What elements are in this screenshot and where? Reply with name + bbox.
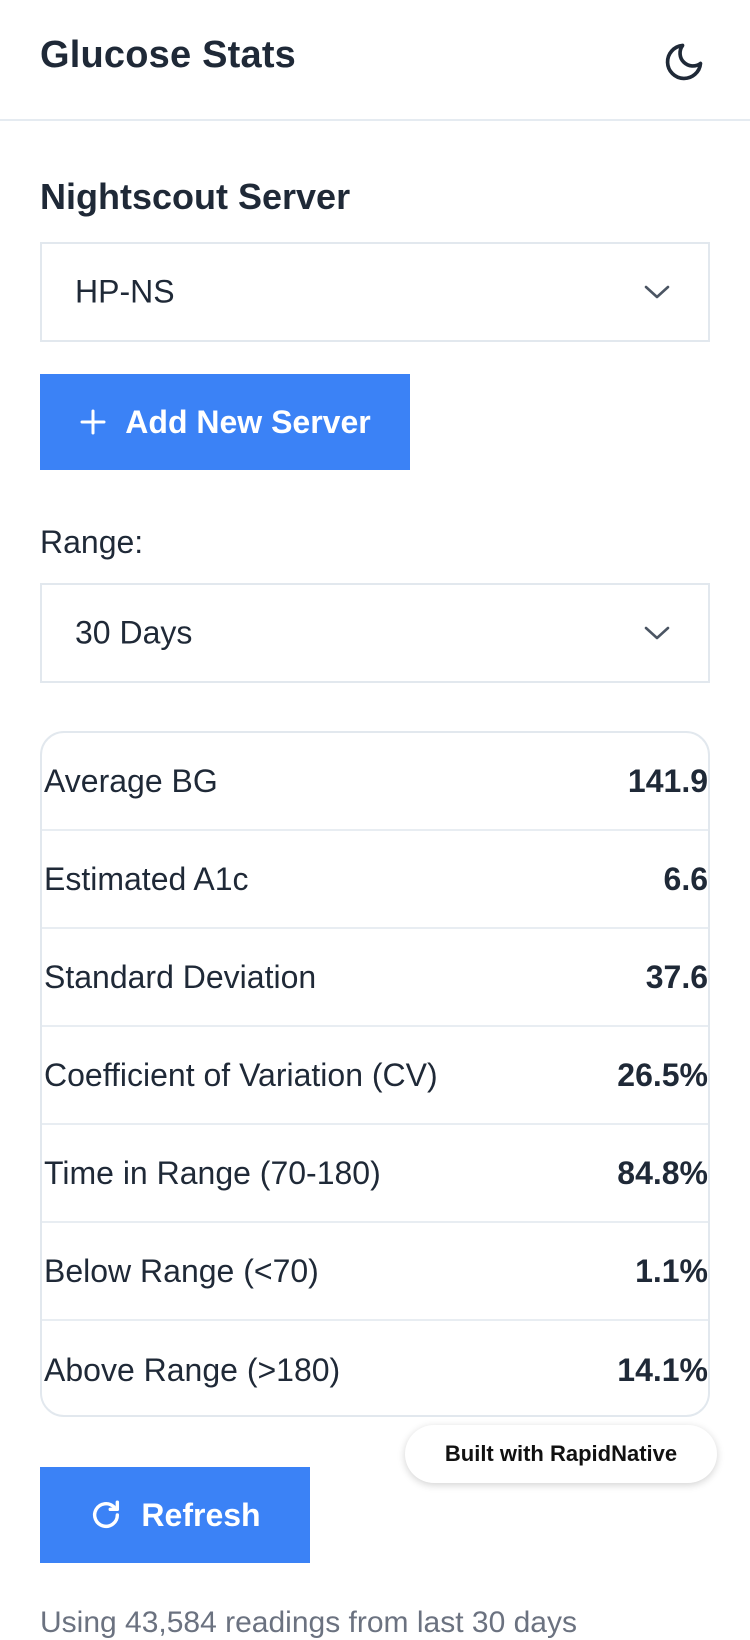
stat-label: Above Range (>180) xyxy=(44,1351,341,1388)
stat-label: Estimated A1c xyxy=(44,860,249,897)
theme-toggle-button[interactable] xyxy=(660,38,708,86)
range-select-value: 30 Days xyxy=(75,614,193,651)
readings-footnote: Using 43,584 readings from last 30 days xyxy=(40,1606,577,1639)
chevron-down-icon xyxy=(644,626,670,640)
stat-row-above-range: Above Range (>180) 14.1% xyxy=(42,1321,708,1415)
server-section-title: Nightscout Server xyxy=(40,176,351,217)
stat-label: Average BG xyxy=(44,762,218,799)
stat-value: 6.6 xyxy=(663,860,708,897)
stat-row-standard-deviation: Standard Deviation 37.6 xyxy=(42,929,708,1027)
stat-value: 1.1% xyxy=(635,1252,708,1289)
stat-row-cv: Coefficient of Variation (CV) 26.5% xyxy=(42,1027,708,1125)
stat-value: 141.9 xyxy=(627,762,708,799)
add-server-button-label: Add New Server xyxy=(125,403,371,440)
stat-value: 14.1% xyxy=(617,1351,708,1388)
server-select-value: HP-NS xyxy=(75,273,175,310)
plus-icon xyxy=(79,408,107,436)
stat-row-time-in-range: Time in Range (70-180) 84.8% xyxy=(42,1125,708,1223)
built-with-badge[interactable]: Built with RapidNative xyxy=(405,1425,717,1483)
stat-row-estimated-a1c: Estimated A1c 6.6 xyxy=(42,831,708,929)
stat-value: 26.5% xyxy=(617,1056,708,1093)
app-header: Glucose Stats xyxy=(0,0,750,121)
moon-icon xyxy=(665,43,703,81)
stats-card: Average BG 141.9 Estimated A1c 6.6 Stand… xyxy=(40,731,710,1417)
app-title: Glucose Stats xyxy=(40,34,297,76)
refresh-button-label: Refresh xyxy=(141,1496,261,1533)
refresh-icon xyxy=(89,1498,123,1532)
range-select[interactable]: 30 Days xyxy=(40,583,710,683)
stat-label: Time in Range (70-180) xyxy=(44,1154,381,1191)
refresh-button[interactable]: Refresh xyxy=(40,1467,310,1563)
stat-label: Below Range (<70) xyxy=(44,1252,319,1289)
stat-row-below-range: Below Range (<70) 1.1% xyxy=(42,1223,708,1321)
stat-label: Coefficient of Variation (CV) xyxy=(44,1056,438,1093)
stat-value: 84.8% xyxy=(617,1154,708,1191)
chevron-down-icon xyxy=(644,285,670,299)
stat-row-average-bg: Average BG 141.9 xyxy=(42,733,708,831)
add-server-button[interactable]: Add New Server xyxy=(40,374,410,470)
server-select[interactable]: HP-NS xyxy=(40,242,710,342)
stat-label: Standard Deviation xyxy=(44,958,317,995)
stat-value: 37.6 xyxy=(645,958,708,995)
range-label: Range: xyxy=(40,524,144,560)
